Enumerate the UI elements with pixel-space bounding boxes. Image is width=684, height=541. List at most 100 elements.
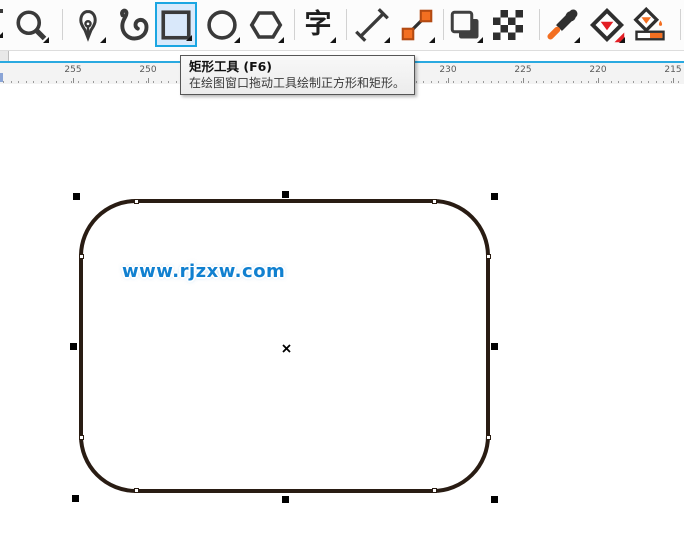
selection-handle[interactable] bbox=[490, 342, 498, 350]
flyout-triangle-icon bbox=[278, 37, 284, 43]
drawing-canvas[interactable] bbox=[0, 84, 684, 541]
toolbar-separator bbox=[62, 9, 63, 40]
text-tool-icon: 字 bbox=[304, 9, 332, 40]
toolbar-separator bbox=[680, 9, 681, 40]
shape-corner-node[interactable] bbox=[431, 198, 437, 204]
ruler-minor-tick bbox=[175, 81, 177, 83]
shape-corner-node[interactable] bbox=[133, 487, 139, 493]
toolbox-toolbar: 字 bbox=[0, 0, 684, 51]
fill-tool-button[interactable] bbox=[586, 2, 628, 47]
ruler-minor-tick bbox=[648, 81, 649, 83]
ruler-minor-tick bbox=[603, 81, 604, 83]
ruler-minor-tick bbox=[490, 81, 492, 83]
ruler-minor-tick bbox=[573, 81, 574, 83]
ruler-minor-tick bbox=[153, 81, 154, 83]
ruler-minor-tick bbox=[475, 81, 477, 83]
ruler-minor-tick bbox=[115, 81, 117, 83]
shape-corner-node[interactable] bbox=[485, 253, 491, 259]
shape-corner-node[interactable] bbox=[78, 434, 84, 440]
selection-handle[interactable] bbox=[71, 494, 79, 502]
ruler-minor-tick bbox=[535, 81, 537, 83]
ruler-minor-tick bbox=[145, 81, 147, 83]
shape-corner-node[interactable] bbox=[431, 487, 437, 493]
smart-fill-icon bbox=[632, 6, 668, 43]
ruler-minor-tick bbox=[588, 81, 589, 83]
ruler-minor-tick bbox=[123, 81, 124, 83]
ruler-minor-tick bbox=[63, 81, 64, 83]
flyout-triangle-icon bbox=[574, 37, 580, 43]
selection-handle[interactable] bbox=[72, 192, 80, 200]
ruler-label: 255 bbox=[64, 65, 82, 75]
ruler-minor-tick bbox=[78, 81, 79, 83]
rectangle-tool-tooltip: 矩形工具 (F6) 在绘图窗口拖动工具绘制正方形和矩形。 bbox=[180, 55, 415, 95]
ruler-minor-tick bbox=[543, 81, 544, 83]
ruler-minor-tick bbox=[633, 81, 634, 83]
ruler-minor-tick bbox=[70, 81, 72, 83]
tooltip-body: 在绘图窗口拖动工具绘制正方形和矩形。 bbox=[189, 76, 406, 90]
selection-handle[interactable] bbox=[490, 192, 498, 200]
shape-corner-node[interactable] bbox=[78, 253, 84, 259]
toolbar-separator bbox=[346, 9, 347, 40]
ruler-minor-tick bbox=[453, 81, 454, 83]
selection-handle[interactable] bbox=[69, 342, 77, 350]
ruler-minor-tick bbox=[10, 81, 12, 83]
flyout-triangle-icon bbox=[0, 32, 3, 38]
shape-corner-node[interactable] bbox=[485, 434, 491, 440]
ruler-minor-tick bbox=[48, 81, 49, 83]
flyout-triangle-icon bbox=[100, 37, 106, 43]
hidden-partial-tool-button[interactable] bbox=[0, 2, 7, 47]
text-tool-button[interactable]: 字 bbox=[297, 2, 339, 47]
ruler-minor-tick bbox=[513, 81, 514, 83]
ruler-label: 250 bbox=[139, 65, 157, 75]
ruler-minor-tick bbox=[445, 81, 447, 83]
ruler-minor-tick bbox=[670, 81, 672, 83]
flyout-triangle-icon bbox=[186, 35, 192, 41]
ruler-minor-tick bbox=[100, 81, 102, 83]
watermark-text: www.rjzxw.com bbox=[122, 261, 286, 282]
curve-hook-icon bbox=[115, 7, 151, 43]
ruler-minor-tick bbox=[40, 81, 42, 83]
flyout-triangle-icon bbox=[234, 37, 240, 43]
ruler-major-tick bbox=[148, 78, 149, 83]
zoom-tool-button[interactable] bbox=[10, 2, 52, 47]
ruler-major-tick bbox=[448, 78, 449, 83]
ruler-major-tick bbox=[523, 78, 524, 83]
ruler-minor-tick bbox=[550, 81, 552, 83]
ruler-minor-tick bbox=[168, 81, 169, 83]
drop-shadow-tool-button[interactable] bbox=[444, 2, 486, 47]
ellipse-tool-button[interactable] bbox=[201, 2, 243, 47]
ruler-minor-tick bbox=[625, 81, 627, 83]
shape-corner-node[interactable] bbox=[133, 198, 139, 204]
ruler-major-tick bbox=[73, 78, 74, 83]
selection-handle[interactable] bbox=[281, 190, 289, 198]
ruler-minor-tick bbox=[138, 81, 139, 83]
pen-tool-button[interactable] bbox=[67, 2, 109, 47]
ruler-minor-tick bbox=[528, 81, 529, 83]
transparency-tool-button[interactable] bbox=[487, 2, 529, 47]
flyout-triangle-icon bbox=[619, 37, 625, 43]
ruler-minor-tick bbox=[423, 81, 424, 83]
connector-tool-button[interactable] bbox=[396, 2, 438, 47]
smart-fill-tool-button[interactable] bbox=[629, 2, 671, 47]
dimension-tool-button[interactable] bbox=[351, 2, 393, 47]
polygon-tool-button[interactable] bbox=[245, 2, 287, 47]
shape-center-x-marker[interactable] bbox=[281, 343, 291, 353]
ruler-minor-tick bbox=[565, 81, 567, 83]
selection-handle[interactable] bbox=[281, 495, 289, 503]
rectangle-tool-button[interactable] bbox=[155, 2, 197, 47]
ruler-minor-tick bbox=[438, 81, 439, 83]
ruler-minor-tick bbox=[498, 81, 499, 83]
ruler-minor-tick bbox=[25, 81, 27, 83]
ruler-minor-tick bbox=[505, 81, 507, 83]
toolbar-separator bbox=[294, 9, 295, 40]
checkerboard-icon bbox=[490, 7, 526, 43]
ruler-minor-tick bbox=[415, 81, 417, 83]
ruler-minor-tick bbox=[55, 81, 57, 83]
ruler-minor-tick bbox=[520, 81, 522, 83]
freehand-curve-tool-button[interactable] bbox=[112, 2, 154, 47]
flyout-triangle-icon bbox=[429, 37, 435, 43]
ruler-minor-tick bbox=[33, 81, 34, 83]
eyedropper-tool-button[interactable] bbox=[541, 2, 583, 47]
selection-handle[interactable] bbox=[490, 495, 498, 503]
flyout-triangle-icon bbox=[384, 37, 390, 43]
